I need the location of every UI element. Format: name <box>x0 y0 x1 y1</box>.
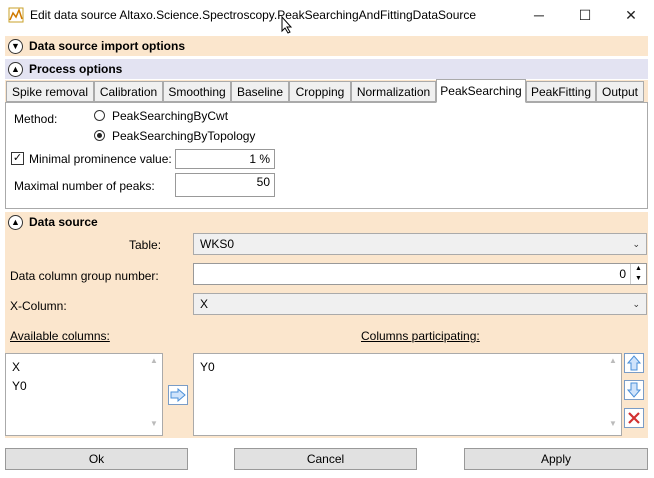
scroll-up-icon[interactable]: ▲ <box>605 356 621 370</box>
arrow-up-icon <box>627 355 641 371</box>
radio-peak-searching-by-cwt[interactable] <box>94 110 105 121</box>
maximize-button[interactable]: ☐ <box>562 0 608 30</box>
x-column-label: X-Column: <box>10 299 67 313</box>
move-up-button[interactable] <box>624 353 644 373</box>
arrow-down-icon <box>627 382 641 398</box>
move-down-button[interactable] <box>624 380 644 400</box>
tab-peakfitting[interactable]: PeakFitting <box>526 81 596 102</box>
chevron-down-icon: ⌄ <box>632 239 640 249</box>
x-column-select-value: X <box>200 297 209 311</box>
stepper-buttons[interactable]: ▲ ▼ <box>630 264 646 284</box>
available-columns-label: Available columns: <box>10 329 110 343</box>
scrollbar[interactable]: ▲ ▼ <box>605 354 621 435</box>
tab-cropping[interactable]: Cropping <box>289 81 351 102</box>
tab-smoothing[interactable]: Smoothing <box>163 81 231 102</box>
list-item[interactable]: Y0 <box>200 360 215 374</box>
data-source-label: Data source <box>29 215 98 229</box>
scroll-down-icon[interactable]: ▼ <box>146 419 162 433</box>
stepper-up-icon[interactable]: ▲ <box>631 264 646 274</box>
radio-topology-label[interactable]: PeakSearchingByTopology <box>112 129 255 143</box>
chevron-down-icon: ⌄ <box>632 299 640 309</box>
available-columns-list[interactable]: X Y0 ▲ ▼ <box>5 353 163 436</box>
title-bar: Edit data source Altaxo.Science.Spectros… <box>0 0 654 30</box>
list-item[interactable]: Y0 <box>12 379 27 393</box>
tab-baseline[interactable]: Baseline <box>231 81 289 102</box>
window-title: Edit data source Altaxo.Science.Spectros… <box>30 8 477 22</box>
mouse-cursor-icon <box>281 16 293 34</box>
delete-icon <box>628 412 640 424</box>
process-options-header[interactable]: ▲ Process options <box>5 59 648 79</box>
tab-output[interactable]: Output <box>596 81 644 102</box>
process-options-label: Process options <box>29 62 123 76</box>
table-label: Table: <box>129 238 162 252</box>
minimal-prominence-checkbox[interactable]: ✓ <box>11 152 24 165</box>
method-label: Method: <box>14 112 58 126</box>
minimal-prominence-field[interactable]: 1 % <box>175 149 275 169</box>
add-column-button[interactable] <box>168 385 188 405</box>
data-source-area: Table: WKS0 ⌄ Data column group number: … <box>5 232 648 438</box>
chevron-down-icon[interactable]: ▼ <box>8 38 23 54</box>
tab-spike-removal[interactable]: Spike removal <box>6 81 94 102</box>
chevron-up-icon[interactable]: ▲ <box>8 61 23 77</box>
peaksearching-panel: Method: PeakSearchingByCwt PeakSearching… <box>5 102 648 209</box>
group-number-value: 0 <box>619 267 626 281</box>
app-icon <box>8 7 24 23</box>
minimal-prominence-label: Minimal prominence value: <box>29 152 172 166</box>
scroll-up-icon[interactable]: ▲ <box>146 356 162 370</box>
scroll-down-icon[interactable]: ▼ <box>605 419 621 433</box>
import-options-label: Data source import options <box>29 39 186 53</box>
scrollbar[interactable]: ▲ ▼ <box>146 354 162 435</box>
stepper-down-icon[interactable]: ▼ <box>631 274 646 284</box>
ok-button[interactable]: Ok <box>5 448 188 470</box>
max-peaks-label: Maximal number of peaks: <box>14 179 155 193</box>
table-select-value: WKS0 <box>200 237 235 251</box>
columns-participating-list[interactable]: Y0 ▲ ▼ <box>193 353 622 436</box>
list-item[interactable]: X <box>12 360 20 374</box>
minimize-button[interactable]: ─ <box>516 0 562 30</box>
group-number-stepper[interactable]: 0 ▲ ▼ <box>193 263 647 285</box>
apply-button[interactable]: Apply <box>464 448 648 470</box>
cancel-button[interactable]: Cancel <box>234 448 417 470</box>
tab-calibration[interactable]: Calibration <box>94 81 163 102</box>
group-number-label: Data column group number: <box>10 269 159 283</box>
radio-peak-searching-by-topology[interactable] <box>94 130 105 141</box>
import-options-header[interactable]: ▼ Data source import options <box>5 36 648 56</box>
remove-column-button[interactable] <box>624 408 644 428</box>
columns-participating-label: Columns participating: <box>361 329 480 343</box>
table-select[interactable]: WKS0 ⌄ <box>193 233 647 255</box>
data-source-header[interactable]: ▲ Data source <box>5 212 648 232</box>
max-peaks-field[interactable]: 50 <box>175 173 275 197</box>
arrow-right-icon <box>170 388 186 402</box>
radio-cwt-label[interactable]: PeakSearchingByCwt <box>112 109 228 123</box>
tab-peaksearching[interactable]: PeakSearching <box>436 79 526 103</box>
tab-normalization[interactable]: Normalization <box>351 81 436 102</box>
close-button[interactable]: ✕ <box>608 0 654 30</box>
chevron-up-icon[interactable]: ▲ <box>8 214 23 230</box>
x-column-select[interactable]: X ⌄ <box>193 293 647 315</box>
